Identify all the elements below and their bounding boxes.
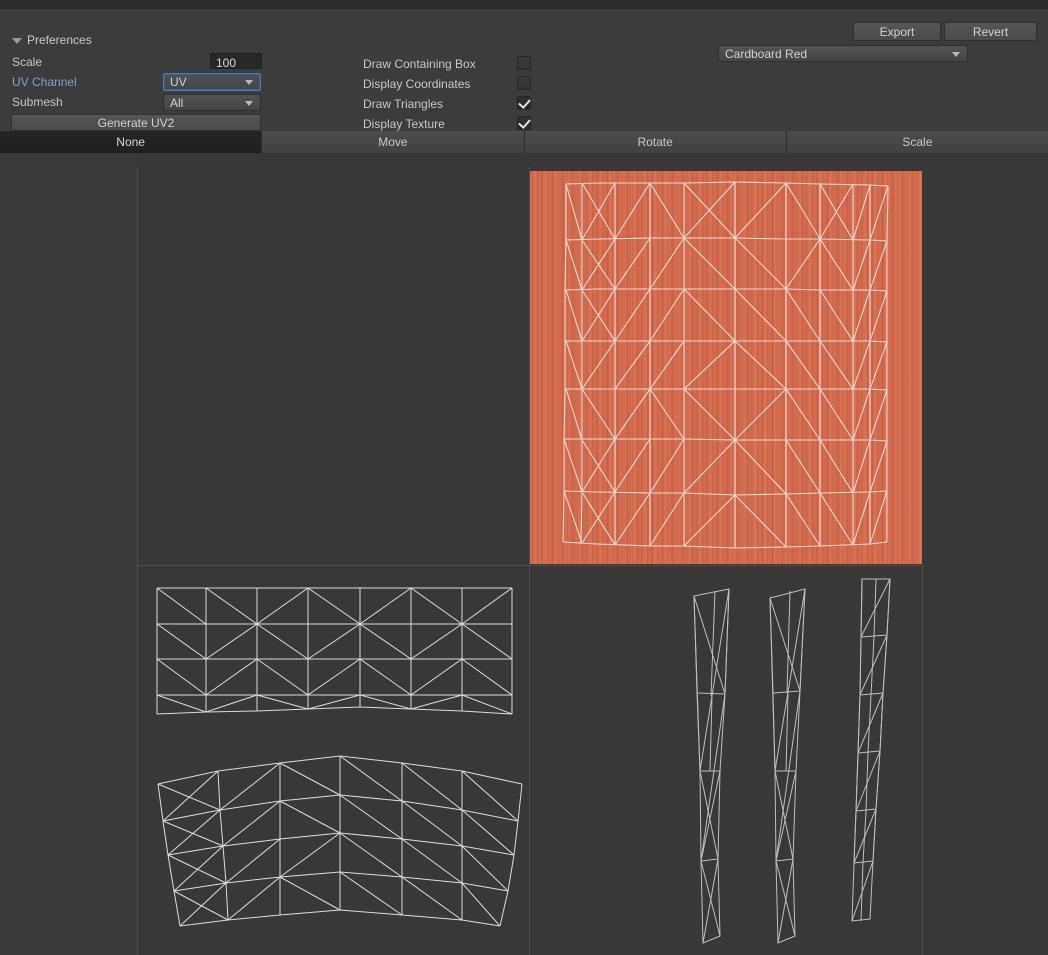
display-coordinates-label: Display Coordinates bbox=[363, 77, 471, 91]
submesh-dropdown[interactable]: All bbox=[163, 94, 261, 111]
window-top-strip bbox=[0, 0, 1048, 9]
scale-label: Scale bbox=[12, 55, 43, 69]
display-texture-row[interactable]: Display Texture bbox=[363, 116, 535, 132]
uv-texture-view[interactable] bbox=[530, 171, 922, 564]
chevron-down-icon bbox=[952, 51, 960, 57]
preferences-foldout[interactable]: Preferences bbox=[12, 32, 92, 48]
uv-channel-label: UV Channel bbox=[12, 75, 77, 89]
chevron-down-icon bbox=[245, 100, 253, 106]
revert-button[interactable]: Revert bbox=[944, 22, 1037, 41]
transform-mode-toolbar: None Move Rotate Scale bbox=[0, 131, 1048, 153]
draw-containing-box-label: Draw Containing Box bbox=[363, 57, 476, 71]
uv-strips-view[interactable] bbox=[690, 571, 922, 955]
scale-input[interactable]: 100 bbox=[210, 53, 262, 70]
material-dropdown[interactable]: Cardboard Red bbox=[718, 45, 968, 62]
display-texture-checkbox[interactable] bbox=[517, 116, 531, 130]
uv-flat-grid-view[interactable] bbox=[155, 583, 535, 718]
check-icon bbox=[518, 116, 531, 129]
viewport-left-gutter bbox=[0, 153, 137, 955]
material-dropdown-value: Cardboard Red bbox=[725, 46, 808, 61]
tab-none[interactable]: None bbox=[0, 131, 263, 153]
preferences-label: Preferences bbox=[27, 33, 92, 47]
uv-viewport[interactable] bbox=[0, 153, 1048, 955]
foldout-triangle-icon bbox=[12, 38, 22, 44]
texture-grain-layer-2 bbox=[530, 171, 922, 564]
tab-rotate[interactable]: Rotate bbox=[524, 131, 787, 153]
draw-triangles-row[interactable]: Draw Triangles bbox=[363, 96, 535, 112]
chevron-down-icon bbox=[245, 80, 253, 85]
viewport-divider-vertical-right bbox=[922, 565, 923, 955]
display-texture-label: Display Texture bbox=[363, 117, 445, 131]
tab-scale[interactable]: Scale bbox=[786, 131, 1048, 153]
uv-curved-grid-view[interactable] bbox=[140, 751, 540, 951]
viewport-divider-vertical-left bbox=[137, 167, 138, 955]
tab-move[interactable]: Move bbox=[262, 131, 525, 153]
draw-triangles-checkbox[interactable] bbox=[517, 96, 531, 110]
submesh-label: Submesh bbox=[12, 95, 63, 109]
viewport-divider-horizontal bbox=[137, 565, 922, 566]
uv-channel-dropdown[interactable]: UV bbox=[163, 73, 261, 91]
export-button[interactable]: Export bbox=[853, 22, 941, 41]
draw-containing-box-checkbox[interactable] bbox=[517, 56, 531, 70]
preferences-panel: Preferences Scale 100 UV Channel UV Subm… bbox=[0, 9, 1048, 131]
display-coordinates-checkbox[interactable] bbox=[517, 76, 531, 90]
draw-containing-box-row[interactable]: Draw Containing Box bbox=[363, 56, 535, 72]
submesh-value: All bbox=[170, 95, 184, 110]
draw-triangles-label: Draw Triangles bbox=[363, 97, 444, 111]
uv-channel-value: UV bbox=[170, 75, 187, 89]
display-coordinates-row[interactable]: Display Coordinates bbox=[363, 76, 535, 92]
generate-uv2-button[interactable]: Generate UV2 bbox=[11, 114, 261, 131]
uv-editor-window: Preferences Scale 100 UV Channel UV Subm… bbox=[0, 0, 1048, 955]
check-icon bbox=[518, 96, 531, 109]
